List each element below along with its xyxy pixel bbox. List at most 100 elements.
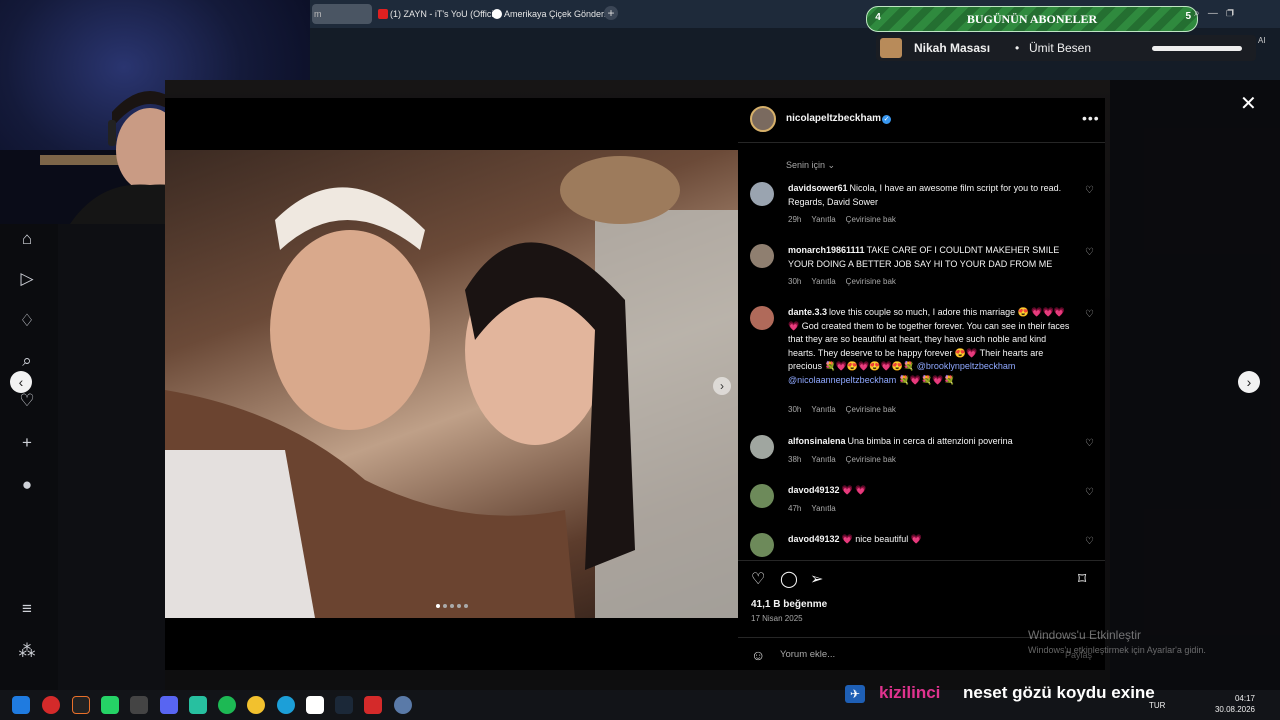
- steam-icon[interactable]: [335, 696, 353, 714]
- ai-button[interactable]: AI: [1258, 36, 1266, 45]
- opera-icon[interactable]: [42, 696, 60, 714]
- comment-body: 💗 💗: [841, 485, 867, 495]
- song-artist: Ümit Besen: [1029, 41, 1092, 55]
- menu-icon[interactable]: ≡: [16, 598, 38, 620]
- like-comment-icon[interactable]: ♡: [1085, 487, 1094, 498]
- reply-button[interactable]: Yanıtla: [811, 455, 835, 464]
- comment-emoji-tail: 💐💗💐💗💐: [898, 374, 955, 385]
- comment-meta: 47h Yanıtla: [788, 504, 846, 513]
- comment-icon[interactable]: ◯: [780, 569, 798, 589]
- notification-icon[interactable]: ♢: [16, 310, 38, 332]
- tab-active[interactable]: m: [312, 4, 372, 24]
- next-post-button[interactable]: ›: [1238, 371, 1260, 393]
- avatar[interactable]: [750, 484, 774, 508]
- post-image[interactable]: [165, 98, 738, 670]
- window-controls[interactable]: ⌕ — ❐: [1194, 8, 1234, 19]
- like-comment-icon[interactable]: ♡: [1085, 185, 1094, 196]
- post-username[interactable]: nicolapeltzbeckham: [786, 113, 881, 124]
- comment-meta: 30h Yanıtla Çevirisine bak: [788, 405, 906, 414]
- subscribers-banner: 4 BUGÜNÜN ABONELER 5: [866, 6, 1198, 32]
- subs-banner-title: BUGÜNÜN ABONELER: [966, 12, 1098, 26]
- emoji-icon[interactable]: ☺: [751, 647, 765, 663]
- post-side-panel: nicolapeltzbeckham ✓ ••• Senin için ⌄ da…: [738, 98, 1105, 670]
- comment-age: 30h: [788, 405, 802, 414]
- comment-username[interactable]: dante.3.3: [788, 307, 827, 317]
- add-icon[interactable]: +: [16, 432, 38, 454]
- close-button[interactable]: ✕: [1240, 91, 1257, 116]
- like-comment-icon[interactable]: ♡: [1085, 247, 1094, 258]
- discord-icon[interactable]: [160, 696, 178, 714]
- tab-youtube[interactable]: (1) ZAYN - iT's YoU (Offici: [376, 4, 500, 24]
- avatar-icon[interactable]: ●: [16, 474, 38, 496]
- settings-icon[interactable]: [394, 696, 412, 714]
- avatar[interactable]: [750, 244, 774, 268]
- spotify-icon[interactable]: [218, 696, 236, 714]
- clock-time[interactable]: 04:17: [1225, 694, 1265, 703]
- tab-label: (1) ZAYN - iT's YoU (Offici: [390, 9, 494, 19]
- album-art: [880, 38, 902, 58]
- comment-username[interactable]: monarch19861111: [788, 245, 865, 255]
- carousel-next-button[interactable]: ›: [713, 377, 731, 395]
- comment-text: alfonsinalena Una bimba in cerca di atten…: [788, 435, 1073, 449]
- youtube-icon[interactable]: [364, 696, 382, 714]
- comment-age: 29h: [788, 215, 802, 224]
- like-comment-icon[interactable]: ♡: [1085, 536, 1094, 547]
- share-icon[interactable]: ➢: [810, 569, 823, 589]
- app-icon[interactable]: [189, 696, 207, 714]
- verified-icon: ✓: [882, 115, 891, 124]
- reply-button[interactable]: Yanıtla: [811, 215, 835, 224]
- translate-button[interactable]: Çevirisine bak: [846, 277, 896, 286]
- reply-button[interactable]: Yanıtla: [811, 277, 835, 286]
- reply-button[interactable]: Yanıtla: [811, 504, 835, 513]
- avatar[interactable]: [750, 106, 776, 132]
- avatar[interactable]: [750, 306, 774, 330]
- like-comment-icon[interactable]: ♡: [1085, 438, 1094, 449]
- like-count[interactable]: 41,1 B beğenme: [751, 599, 827, 610]
- edge-icon[interactable]: [277, 696, 295, 714]
- chat-badge-icon: ✈: [845, 685, 865, 703]
- translate-button[interactable]: Çevirisine bak: [846, 405, 896, 414]
- app-icon[interactable]: [72, 696, 90, 714]
- start-icon[interactable]: [12, 696, 30, 714]
- app-icon[interactable]: [130, 696, 148, 714]
- prev-post-button[interactable]: ‹: [10, 371, 32, 393]
- new-tab-button[interactable]: +: [604, 6, 618, 20]
- chevron-right-icon: ›: [1246, 374, 1252, 390]
- comment-filter-dropdown[interactable]: Senin için ⌄: [786, 160, 835, 171]
- carousel-dot: [443, 604, 447, 608]
- like-icon[interactable]: ♡: [751, 569, 765, 589]
- more-options-icon[interactable]: •••: [1082, 110, 1100, 126]
- chrome-icon[interactable]: [247, 696, 265, 714]
- comment-body: 💗 nice beautiful 💗: [841, 534, 922, 544]
- apps-icon[interactable]: ⁂: [16, 640, 38, 662]
- heart-icon[interactable]: ♡: [16, 390, 38, 412]
- comment-username[interactable]: davidsower61: [788, 183, 848, 193]
- carousel-dot-active: [436, 604, 440, 608]
- translate-button[interactable]: Çevirisine bak: [846, 215, 896, 224]
- search-icon[interactable]: ⌕: [16, 350, 38, 372]
- video-icon[interactable]: ▷: [16, 268, 38, 290]
- comment-input[interactable]: Yorum ekle...: [780, 649, 835, 660]
- comment-meta: 38h Yanıtla Çevirisine bak: [788, 455, 906, 464]
- home-icon[interactable]: ⌂: [16, 228, 38, 250]
- yandex-icon[interactable]: [306, 696, 324, 714]
- avatar[interactable]: [750, 182, 774, 206]
- avatar[interactable]: [750, 435, 774, 459]
- comment-meta: 29h Yanıtla Çevirisine bak: [788, 215, 906, 224]
- song-progress-bar: [1152, 46, 1242, 51]
- avatar[interactable]: [750, 533, 774, 557]
- activation-watermark-title: Windows'u Etkinleştir: [1028, 628, 1141, 642]
- bookmark-icon[interactable]: ⌑: [1078, 569, 1086, 589]
- tab-flowers[interactable]: Amerikaya Çiçek Gönderm: [490, 4, 610, 24]
- comment-username[interactable]: davod49132: [788, 485, 840, 495]
- comment-username[interactable]: davod49132: [788, 534, 840, 544]
- translate-button[interactable]: Çevirisine bak: [846, 455, 896, 464]
- post-header: nicolapeltzbeckham ✓ •••: [738, 98, 1105, 143]
- whatsapp-icon[interactable]: [101, 696, 119, 714]
- comment-text: dante.3.3 love this couple so much, I ado…: [788, 306, 1073, 387]
- clock-date[interactable]: 30.08.2026: [1210, 705, 1260, 714]
- like-comment-icon[interactable]: ♡: [1085, 309, 1094, 320]
- comment-username[interactable]: alfonsinalena: [788, 436, 846, 446]
- reply-button[interactable]: Yanıtla: [811, 405, 835, 414]
- tab-label: m: [314, 9, 322, 19]
